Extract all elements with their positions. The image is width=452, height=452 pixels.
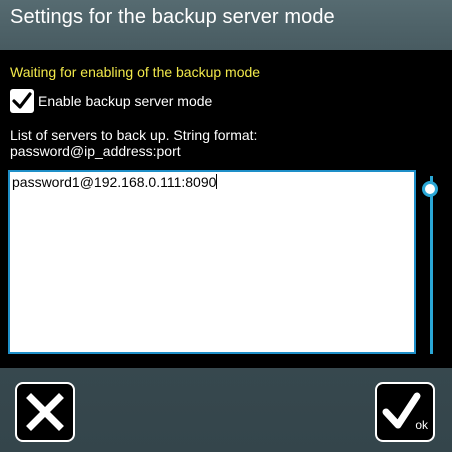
server-list-textarea[interactable]: password1@192.168.0.111:8090 <box>8 170 416 354</box>
title-bar: Settings for the backup server mode <box>0 0 452 50</box>
ok-button[interactable]: ok <box>375 382 435 442</box>
description-line: List of servers to back up. String forma… <box>10 127 258 143</box>
dialog-window: Settings for the backup server mode Wait… <box>0 0 452 452</box>
ok-label: ok <box>415 418 428 432</box>
status-message: Waiting for enabling of the backup mode <box>10 64 261 80</box>
dialog-title: Settings for the backup server mode <box>10 6 335 28</box>
checkmark-icon <box>12 92 32 109</box>
cancel-button[interactable] <box>15 382 75 442</box>
description-format-line: password@ip_address:port <box>10 143 181 159</box>
server-list-text: password1@192.168.0.111:8090 <box>12 174 217 190</box>
close-icon <box>26 393 64 431</box>
scrollbar-thumb[interactable] <box>422 181 438 197</box>
backup-mode-checkbox[interactable] <box>10 89 34 113</box>
text-caret <box>216 174 218 189</box>
server-list-description: List of servers to back up. String forma… <box>10 127 410 159</box>
backup-mode-toggle[interactable]: Enable backup server mode <box>10 88 212 114</box>
backup-mode-label: Enable backup server mode <box>38 93 213 109</box>
scrollbar-track[interactable] <box>430 176 433 354</box>
